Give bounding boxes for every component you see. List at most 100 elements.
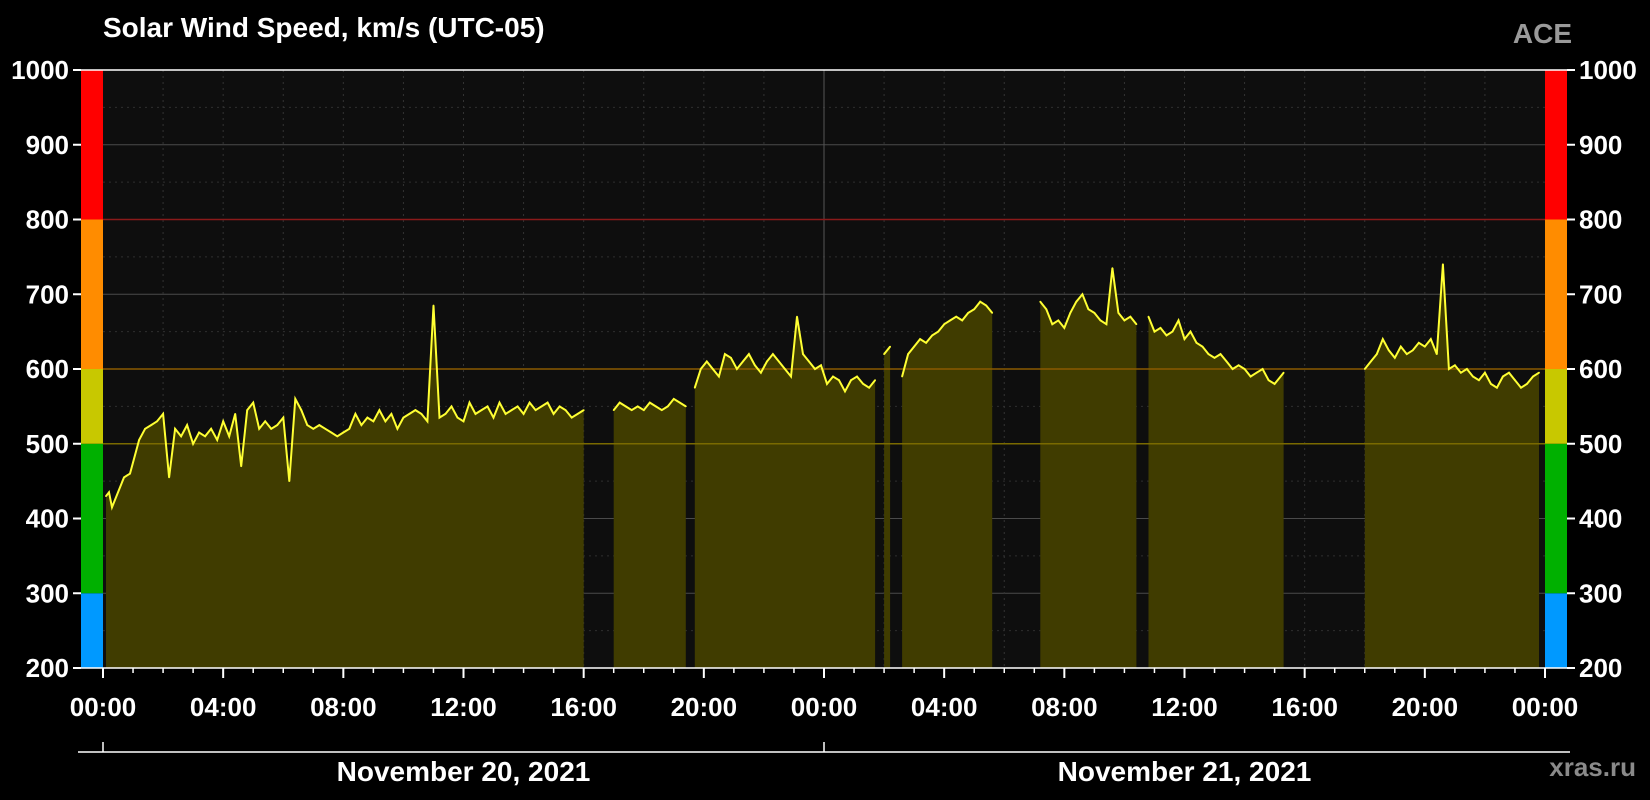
speed-data-point [324, 427, 327, 430]
speed-data-point [300, 409, 303, 411]
speed-data-point [796, 315, 798, 318]
speed-data-point [1213, 356, 1216, 359]
x-tick-label: 16:00 [550, 692, 617, 722]
speed-data-point [504, 413, 507, 415]
speed-data-point [1063, 327, 1066, 329]
scale-band-right-200 [1545, 593, 1567, 668]
speed-data-point [384, 420, 387, 423]
speed-data-point [760, 371, 762, 374]
x-tick-label: 16:00 [1271, 692, 1338, 722]
speed-data-point [754, 364, 756, 367]
speed-data-point [991, 312, 994, 314]
speed-data-point [138, 439, 141, 441]
speed-data-point [576, 413, 579, 415]
speed-data-point [1177, 319, 1180, 322]
speed-data-point [168, 476, 171, 479]
speed-data-point [724, 353, 726, 355]
speed-data-point [252, 401, 255, 404]
speed-data-point [618, 401, 621, 404]
speed-data-point [1496, 386, 1498, 389]
speed-data-point [937, 330, 940, 333]
speed-data-point [420, 413, 423, 415]
speed-data-point [802, 353, 804, 355]
speed-data-point [943, 323, 946, 326]
speed-data-point [336, 435, 339, 438]
speed-data-point [931, 334, 934, 337]
speed-data-point [678, 401, 681, 404]
x-tick-label: 00:00 [1512, 692, 1579, 722]
speed-data-point [1399, 345, 1402, 348]
y-tick-label-left: 200 [26, 653, 69, 683]
speed-data-point [1273, 383, 1276, 385]
speed-data-point [486, 405, 489, 408]
y-tick-label-right: 400 [1579, 504, 1622, 534]
x-tick-label: 12:00 [1151, 692, 1218, 722]
x-tick-label: 04:00 [911, 692, 978, 722]
x-tick-label: 04:00 [190, 692, 257, 722]
speed-data-point [955, 315, 958, 318]
speed-data-point [342, 431, 345, 434]
speed-data-point [666, 405, 669, 408]
y-tick-label-left: 900 [26, 130, 69, 160]
speed-data-point [1237, 364, 1240, 367]
speed-data-point [162, 413, 165, 415]
speed-data-point [1526, 383, 1528, 385]
scale-band-left-600 [81, 219, 103, 369]
speed-data-point [198, 431, 201, 434]
speed-data-point [360, 424, 363, 426]
speed-data-point [1057, 319, 1060, 322]
y-tick-label-left: 1000 [11, 55, 69, 85]
speed-data-point [234, 413, 237, 415]
speed-data-point [105, 495, 107, 497]
speed-data-point [156, 420, 159, 423]
speed-data-point [564, 409, 567, 411]
speed-data-point [1165, 334, 1168, 337]
speed-data-point [961, 319, 964, 322]
speed-data-point [1429, 338, 1432, 340]
speed-data-point [492, 416, 495, 419]
speed-data-point [372, 420, 375, 423]
speed-data-point [1411, 349, 1414, 352]
speed-data-point [672, 398, 675, 400]
speed-data-point [1381, 338, 1384, 340]
speed-data-point [468, 401, 471, 404]
y-tick-label-left: 500 [26, 429, 69, 459]
x-tick-label: 00:00 [70, 692, 137, 722]
speed-data-point [889, 345, 891, 348]
y-tick-label-right: 300 [1579, 578, 1622, 608]
speed-data-point [636, 405, 639, 408]
speed-data-point [1105, 323, 1108, 326]
speed-data-point [1099, 319, 1102, 322]
y-tick-label-left: 300 [26, 578, 69, 608]
speed-data-point [1093, 312, 1096, 314]
speed-data-point [1435, 353, 1438, 355]
scale-band-right-500 [1545, 369, 1567, 444]
speed-data-point [919, 338, 921, 340]
speed-data-point [705, 360, 708, 363]
speed-data-point [772, 353, 774, 355]
speed-data-point [949, 319, 952, 322]
speed-data-point [144, 427, 147, 430]
speed-data-point [438, 416, 441, 419]
speed-data-point [111, 506, 113, 509]
speed-data-point [228, 435, 231, 438]
x-tick-label: 20:00 [1392, 692, 1459, 722]
speed-data-point [408, 413, 411, 415]
speed-data-point [985, 304, 988, 307]
speed-data-point [1171, 330, 1174, 333]
speed-area-segment [902, 301, 993, 668]
speed-data-point [1538, 371, 1540, 374]
speed-data-point [1231, 368, 1234, 370]
speed-data-point [766, 360, 768, 363]
speed-area-segment [613, 398, 686, 668]
speed-data-point [784, 368, 786, 370]
speed-data-point [558, 405, 561, 408]
y-tick-label-left: 700 [26, 279, 69, 309]
speed-data-point [925, 341, 927, 344]
speed-data-point [288, 480, 291, 482]
speed-data-point [108, 491, 110, 494]
speed-data-point [736, 368, 738, 370]
x-tick-label: 20:00 [671, 692, 738, 722]
solar-wind-chart: 200 200 300 300 400 400 500 500 600 600 700 700 800 8… [11, 55, 1637, 787]
speed-data-point [402, 416, 405, 419]
